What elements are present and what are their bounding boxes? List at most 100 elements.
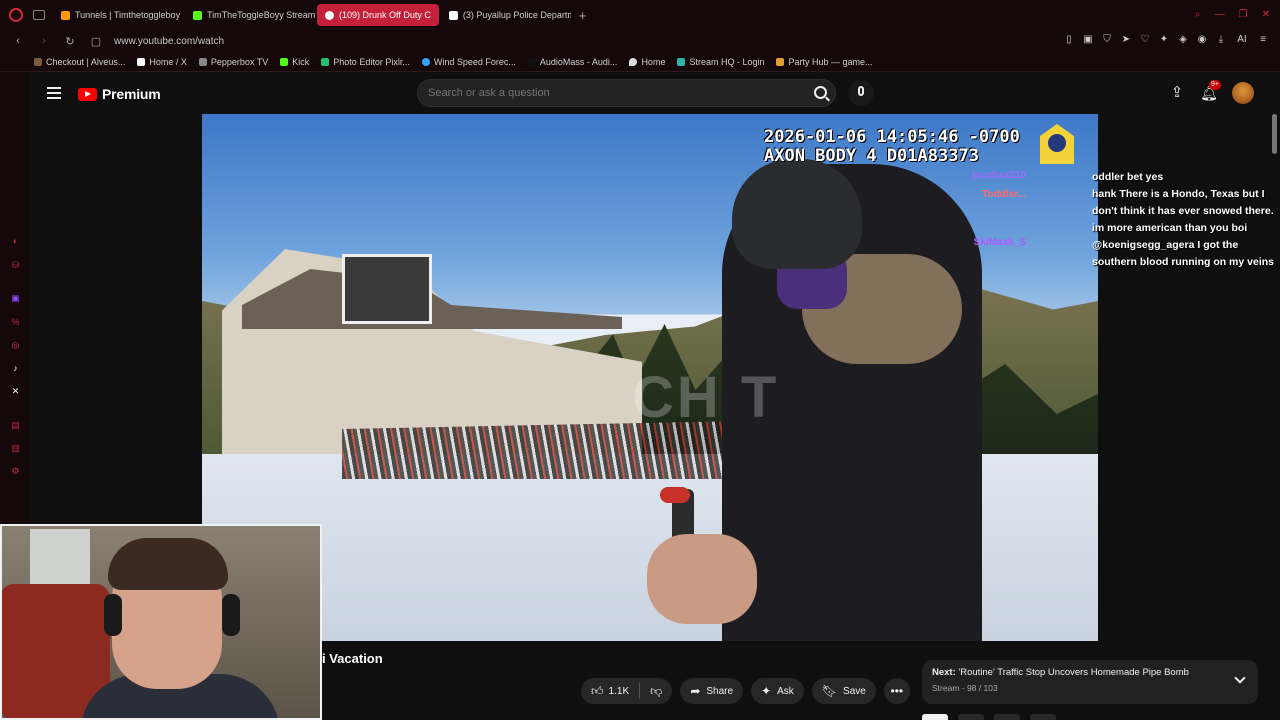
video-scene-pole-grip bbox=[660, 487, 690, 503]
maximize-icon[interactable]: ❐ bbox=[1239, 9, 1248, 20]
video-scene-hand bbox=[647, 534, 757, 624]
tab-youtube-active[interactable]: (109) Drunk Off Duty C bbox=[317, 4, 439, 26]
ask-button[interactable]: ✦ Ask bbox=[751, 678, 804, 704]
youtube-logo[interactable]: Premium bbox=[78, 86, 161, 102]
sidebar-tiktok-icon[interactable]: ♪ bbox=[10, 363, 21, 374]
bookmark-favicon-icon bbox=[629, 57, 638, 66]
bookmark-item[interactable]: Pepperbox TV bbox=[198, 57, 268, 67]
forward-icon[interactable]: › bbox=[36, 35, 52, 47]
bookmark-item[interactable]: Photo Editor Pixlr... bbox=[321, 57, 410, 67]
extension-a-icon[interactable]: ◈ bbox=[1178, 34, 1188, 45]
bookmark-favicon-icon bbox=[280, 57, 289, 66]
bookmark-favicon-icon bbox=[677, 57, 686, 66]
sidebar-x-icon[interactable]: ✕ bbox=[10, 386, 21, 397]
next-meta: Stream - 98 / 103 bbox=[932, 683, 998, 693]
chip[interactable] bbox=[958, 714, 984, 720]
voice-search-button[interactable] bbox=[848, 80, 874, 106]
search-icon[interactable] bbox=[814, 86, 827, 99]
bookmark-item[interactable]: AudioMass - Audi... bbox=[527, 57, 617, 67]
sidebar-history-icon[interactable]: ▤ bbox=[10, 420, 21, 431]
police-badge-logo bbox=[1040, 124, 1074, 164]
extensions-icon[interactable]: ✦ bbox=[1159, 34, 1169, 45]
address-bar: ‹ › ↻ ▢ www.youtube.com/watch ▯ ▣ ⛉ ➤ ♡ … bbox=[0, 30, 1280, 52]
minimize-icon[interactable]: — bbox=[1215, 9, 1225, 20]
header-actions: ⇪ 🔔︎ 9+ bbox=[1168, 80, 1254, 104]
search-tabs-icon[interactable]: ⌕ bbox=[1195, 9, 1201, 20]
chip[interactable] bbox=[922, 714, 948, 720]
video-player[interactable]: CH T 2026-01-06 14:05:46 -0700 AXON BODY… bbox=[202, 114, 1098, 641]
microphone-icon bbox=[858, 86, 864, 96]
bookmark-favicon-icon bbox=[198, 57, 207, 66]
reload-icon[interactable]: ↻ bbox=[62, 35, 78, 48]
stream-chat-messages: oddler bet yes hank There is a Hondo, Te… bbox=[1092, 169, 1280, 271]
bookmark-item[interactable]: Checkout | Alveus... bbox=[34, 57, 125, 67]
sidebar-crypto-icon[interactable]: ⛁ bbox=[10, 260, 21, 271]
menu-icon[interactable]: ≡ bbox=[1258, 34, 1268, 45]
sidebar-settings-icon[interactable]: ⚙ bbox=[10, 466, 21, 477]
sidebar-instagram-icon[interactable]: ◎ bbox=[10, 340, 21, 351]
search-box[interactable] bbox=[417, 79, 836, 107]
sidebar-twitch-icon[interactable]: ▣ bbox=[10, 293, 21, 304]
webcam-overlay bbox=[0, 524, 322, 720]
bookmark-item[interactable]: Wind Speed Forec... bbox=[421, 57, 516, 67]
tab-favicon-icon bbox=[193, 10, 202, 20]
hamburger-menu-icon[interactable] bbox=[47, 87, 61, 99]
bookmark-favicon-icon bbox=[776, 57, 785, 66]
webcam-window bbox=[30, 529, 90, 589]
bookmark-item[interactable]: Kick bbox=[280, 57, 309, 67]
tab-stream[interactable]: TimTheToggleBoyy Stream bbox=[185, 4, 315, 26]
next-video-card[interactable]: Next: 'Routine' Traffic Stop Uncovers Ho… bbox=[922, 660, 1258, 704]
bookmark-favicon-icon bbox=[34, 57, 42, 66]
save-button[interactable]: 🔖︎ Save bbox=[811, 678, 876, 704]
bookmark-item[interactable]: Stream HQ - Login bbox=[677, 57, 764, 67]
page-scrollbar[interactable] bbox=[1272, 114, 1277, 154]
video-watermark: CH T bbox=[632, 365, 780, 430]
share-button[interactable]: ➦ Share bbox=[680, 678, 744, 704]
url-field[interactable]: www.youtube.com/watch bbox=[114, 36, 224, 47]
chip[interactable] bbox=[1030, 714, 1056, 720]
opera-logo-icon[interactable] bbox=[9, 8, 23, 22]
tab-island-icon[interactable] bbox=[33, 10, 45, 20]
snapshot-icon[interactable]: ▣ bbox=[1083, 34, 1093, 45]
bookmark-save-icon: 🔖︎ bbox=[821, 684, 838, 698]
bookmark-favicon-icon bbox=[137, 57, 146, 66]
download-icon[interactable]: ⤓ bbox=[1216, 34, 1226, 45]
more-options-icon[interactable]: ••• bbox=[883, 678, 910, 704]
shield-icon[interactable]: ⛉ bbox=[1102, 34, 1112, 45]
bookmark-item[interactable]: Party Hub — game... bbox=[776, 57, 873, 67]
bodycam-timestamp: 2026-01-06 14:05:46 -0700 AXON BODY 4 D0… bbox=[764, 127, 1020, 166]
notifications-bell-icon[interactable]: 🔔︎ 9+ bbox=[1200, 80, 1221, 102]
dislike-button[interactable]: 👎︎ bbox=[640, 678, 672, 704]
tab-tunnels[interactable]: Tunnels | Timthetoggleboy bbox=[53, 4, 183, 26]
back-icon[interactable]: ‹ bbox=[10, 35, 26, 47]
sidebar-cube-icon[interactable]: ▥ bbox=[10, 443, 21, 454]
upload-icon[interactable]: ⇪ bbox=[1168, 84, 1186, 102]
ai-icon[interactable]: AI bbox=[1235, 34, 1249, 45]
new-tab-button[interactable]: + bbox=[579, 8, 587, 23]
bookmark-icon[interactable]: ▯ bbox=[1064, 34, 1074, 45]
tab-puyallup[interactable]: (3) Puyallup Police Departm bbox=[441, 4, 571, 26]
close-icon[interactable]: ✕ bbox=[1262, 9, 1270, 20]
video-scene-lodge bbox=[222, 249, 642, 454]
sidebar-aria-icon[interactable]: ◐ bbox=[10, 236, 21, 247]
like-button[interactable]: 👍︎ 1.1K bbox=[581, 678, 639, 704]
chat-username: Toddler... bbox=[982, 189, 1026, 200]
avatar[interactable] bbox=[1232, 82, 1254, 104]
bookmark-favicon-icon bbox=[321, 57, 330, 66]
bookmark-favicon-icon bbox=[421, 57, 430, 66]
next-title: 'Routine' Traffic Stop Uncovers Homemade… bbox=[958, 667, 1189, 678]
bookmark-item[interactable]: Home bbox=[629, 57, 665, 67]
video-actions: 👍︎ 1.1K 👎︎ ➦ Share ✦ Ask 🔖︎ Save ••• bbox=[581, 678, 910, 704]
bookmark-item[interactable]: Home / X bbox=[137, 57, 187, 67]
extension-icons: ▯ ▣ ⛉ ➤ ♡ ✦ ◈ ◉ ⤓ AI ≡ bbox=[1064, 34, 1268, 45]
youtube-header: Premium ⇪ 🔔︎9+ bbox=[30, 72, 1280, 114]
webcam-headset-left bbox=[104, 594, 122, 636]
heart-icon[interactable]: ♡ bbox=[1140, 34, 1150, 45]
search-input[interactable] bbox=[418, 80, 778, 106]
webcam-hair bbox=[108, 538, 228, 590]
send-icon[interactable]: ➤ bbox=[1121, 34, 1131, 45]
sidebar-music-icon[interactable]: % bbox=[10, 317, 21, 328]
webcam-headset-right bbox=[222, 594, 240, 636]
chip[interactable] bbox=[994, 714, 1020, 720]
profile-icon[interactable]: ◉ bbox=[1197, 34, 1207, 45]
